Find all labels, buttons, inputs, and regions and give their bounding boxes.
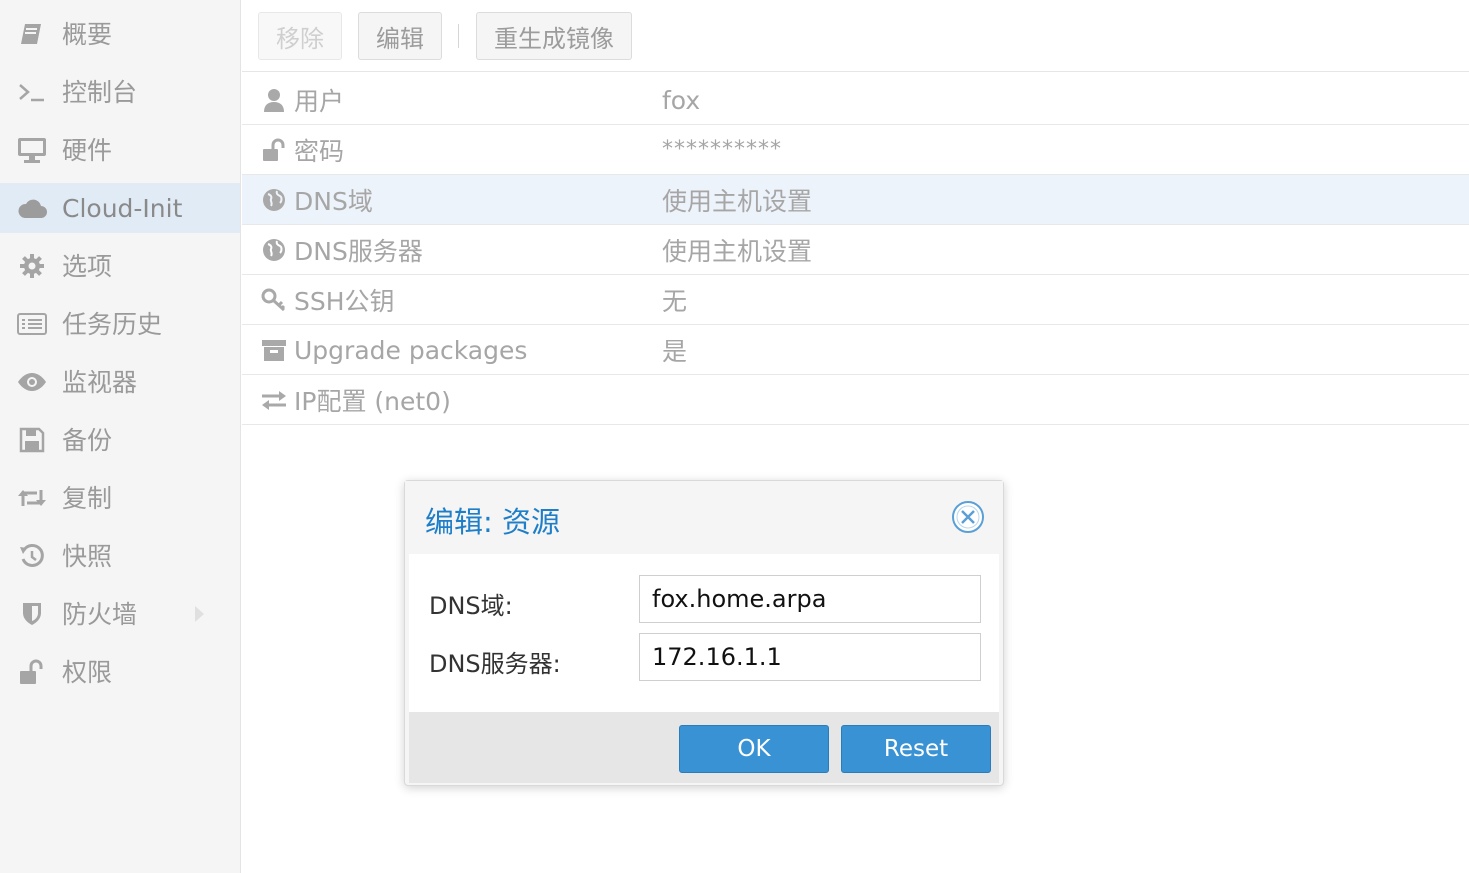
sidebar-item-options[interactable]: 选项 xyxy=(0,241,240,291)
row-value: ********** xyxy=(662,137,782,162)
sidebar-item-firewall[interactable]: 防火墙 xyxy=(0,589,240,639)
row-key-label: DNS域 xyxy=(294,187,373,216)
sidebar-item-label: Cloud-Init xyxy=(62,193,183,223)
table-row[interactable]: 密码 ********** xyxy=(242,125,1469,175)
sidebar-item-task-history[interactable]: 任务历史 xyxy=(0,299,240,349)
reset-button[interactable]: Reset xyxy=(841,725,991,773)
remove-button[interactable]: 移除 xyxy=(258,12,342,60)
unlock-icon xyxy=(260,136,288,164)
sidebar-item-label: 快照 xyxy=(62,541,113,571)
dialog-footer: OK Reset xyxy=(409,712,999,783)
table-row[interactable]: 用户 fox xyxy=(242,75,1469,125)
table-row[interactable]: IP配置 (net0) xyxy=(242,375,1469,425)
retweet-icon xyxy=(17,483,47,513)
row-key-label: 用户 xyxy=(294,87,345,116)
toolbar-separator xyxy=(458,24,459,48)
row-key: DNS域 xyxy=(260,175,373,225)
floppy-icon xyxy=(17,425,47,455)
expand-arrow-icon[interactable] xyxy=(195,606,204,622)
eye-icon xyxy=(17,367,47,397)
exchange-icon xyxy=(260,386,288,414)
table-row[interactable]: SSH公钥 无 xyxy=(242,275,1469,325)
row-key-label: IP配置 (net0) xyxy=(294,387,451,416)
user-icon xyxy=(260,86,288,114)
sidebar-item-console[interactable]: 控制台 xyxy=(0,67,240,117)
key-icon xyxy=(260,286,288,314)
edit-button[interactable]: 编辑 xyxy=(358,12,442,60)
table-row[interactable]: DNS服务器 使用主机设置 xyxy=(242,225,1469,275)
dialog-body: DNS域: DNS服务器: xyxy=(409,554,999,712)
row-key-label: DNS服务器 xyxy=(294,237,423,266)
sidebar-item-label: 概要 xyxy=(62,19,113,49)
sidebar-item-label: 选项 xyxy=(62,251,113,281)
row-key-label: 密码 xyxy=(294,137,345,166)
toolbar: 移除 编辑 重生成镜像 xyxy=(242,0,1469,72)
row-key-label: Upgrade packages xyxy=(294,335,528,365)
row-value: 使用主机设置 xyxy=(662,187,813,216)
sidebar-item-label: 监视器 xyxy=(62,367,138,397)
dialog-header: 编辑: 资源 xyxy=(405,481,1003,553)
row-key: SSH公钥 xyxy=(260,275,395,325)
table-row[interactable]: DNS域 使用主机设置 xyxy=(242,175,1469,225)
shield-icon xyxy=(17,599,47,629)
row-key: 用户 xyxy=(260,75,344,125)
sidebar-item-monitor[interactable]: 监视器 xyxy=(0,357,240,407)
sidebar-item-backup[interactable]: 备份 xyxy=(0,415,240,465)
dns-server-input[interactable] xyxy=(639,633,981,681)
list-icon xyxy=(17,309,47,339)
terminal-icon xyxy=(17,77,47,107)
row-key-label: SSH公钥 xyxy=(294,287,395,316)
dns-server-label: DNS服务器: xyxy=(429,650,561,678)
row-key: IP配置 (net0) xyxy=(260,375,451,425)
sidebar-item-permissions[interactable]: 权限 xyxy=(0,647,240,697)
row-key: Upgrade packages xyxy=(260,325,527,375)
sidebar: 概要 控制台 硬件 Cloud-Init 选项 任务历史 监视器 备份 复制 快… xyxy=(0,0,241,873)
dns-domain-input[interactable] xyxy=(639,575,981,623)
sidebar-item-label: 防火墙 xyxy=(62,599,138,629)
row-value: 无 xyxy=(662,287,688,316)
globe-icon xyxy=(260,186,288,214)
row-key: 密码 xyxy=(260,125,344,175)
sidebar-item-label: 复制 xyxy=(62,483,113,513)
sidebar-item-snapshot[interactable]: 快照 xyxy=(0,531,240,581)
row-value: 是 xyxy=(662,337,688,366)
sidebar-item-label: 控制台 xyxy=(62,77,138,107)
sidebar-item-label: 权限 xyxy=(62,657,113,687)
book-icon xyxy=(17,19,47,49)
sidebar-item-label: 任务历史 xyxy=(62,309,163,339)
unlock-icon xyxy=(17,657,47,687)
cloud-icon xyxy=(17,193,47,223)
archive-icon xyxy=(260,336,288,364)
row-value: fox xyxy=(662,85,701,115)
desktop-icon xyxy=(17,135,47,165)
close-icon[interactable] xyxy=(951,500,985,534)
edit-dialog: 编辑: 资源 DNS域: DNS服务器: OK Reset xyxy=(404,480,1004,786)
sidebar-item-label: 硬件 xyxy=(62,135,113,165)
ok-button[interactable]: OK xyxy=(679,725,829,773)
row-key: DNS服务器 xyxy=(260,225,423,275)
gear-icon xyxy=(17,251,47,281)
regenerate-image-button[interactable]: 重生成镜像 xyxy=(476,12,632,60)
sidebar-item-summary[interactable]: 概要 xyxy=(0,9,240,59)
sidebar-item-label: 备份 xyxy=(62,425,113,455)
row-value: 使用主机设置 xyxy=(662,237,813,266)
globe-icon xyxy=(260,236,288,264)
sidebar-item-cloud-init[interactable]: Cloud-Init xyxy=(0,183,240,233)
dialog-title: 编辑: 资源 xyxy=(425,505,560,539)
history-icon xyxy=(17,541,47,571)
sidebar-item-hardware[interactable]: 硬件 xyxy=(0,125,240,175)
dns-domain-label: DNS域: xyxy=(429,592,513,620)
sidebar-item-replication[interactable]: 复制 xyxy=(0,473,240,523)
table-row[interactable]: Upgrade packages 是 xyxy=(242,325,1469,375)
